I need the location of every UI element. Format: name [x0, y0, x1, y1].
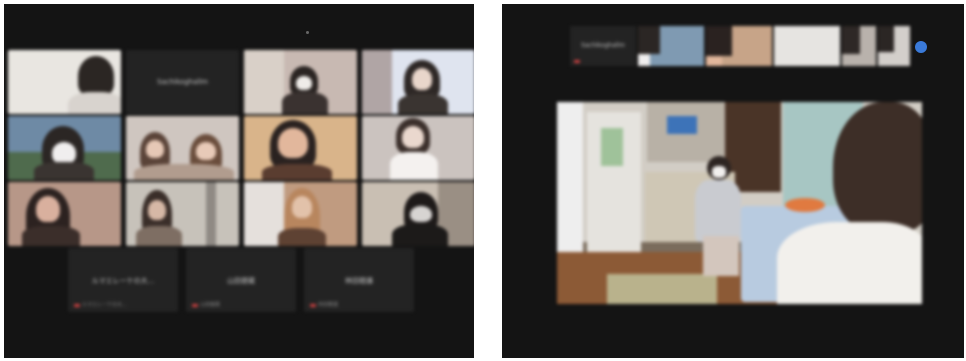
speaker-name-label: Sachikoghallm	[581, 42, 625, 49]
participant-tile[interactable]	[126, 182, 239, 246]
participant-tile[interactable]	[362, 50, 474, 114]
participant-tile[interactable]	[8, 50, 121, 114]
camera-indicator-icon	[915, 41, 927, 53]
participant-mini-name: 林田聰護	[318, 302, 339, 308]
participant-mini-name: 山田健蔵	[200, 302, 221, 308]
participant-tile[interactable]	[8, 182, 121, 246]
participant-name-label: 山田健蔵	[227, 277, 255, 285]
participant-name-tile[interactable]: Sachikoghallm	[126, 50, 239, 114]
participant-thumb[interactable]	[878, 26, 910, 66]
thumbnail-strip: Sachikoghallm	[570, 26, 950, 66]
participant-name-tile[interactable]: 林田聰護 林田聰護	[304, 248, 414, 312]
participant-tile[interactable]	[362, 182, 474, 246]
participant-tile[interactable]	[8, 116, 121, 180]
top-indicator-dot	[306, 31, 309, 34]
participant-name-label: Sachikoghallm	[157, 78, 208, 86]
participant-tile[interactable]	[126, 116, 239, 180]
participant-thumb[interactable]	[706, 26, 772, 66]
muted-mic-icon	[192, 304, 198, 307]
participant-name-label: ルマエレーケの大...	[91, 277, 155, 285]
gallery-view-screenshot: Sachikoghallm ルマエレーケの大... ルマエレーケの大... 山田…	[4, 4, 474, 358]
participant-name-tile[interactable]: 山田健蔵 山田健蔵	[186, 248, 296, 312]
participant-thumb[interactable]	[774, 26, 840, 66]
muted-mic-icon	[74, 304, 80, 307]
participant-name-label: 林田聰護	[345, 277, 373, 285]
participant-thumb[interactable]	[842, 26, 876, 66]
participant-tile[interactable]	[244, 182, 357, 246]
participant-tile[interactable]	[244, 116, 357, 180]
speaker-name-thumb[interactable]: Sachikoghallm	[570, 26, 636, 66]
participant-tile[interactable]	[362, 116, 474, 180]
participant-name-tile[interactable]: ルマエレーケの大... ルマエレーケの大...	[68, 248, 178, 312]
participant-mini-name: ルマエレーケの大...	[82, 302, 127, 308]
muted-mic-icon	[574, 60, 580, 63]
main-speaker-video	[557, 102, 922, 304]
muted-mic-icon	[310, 304, 316, 307]
speaker-view-screenshot: Sachikoghallm	[502, 4, 964, 358]
participant-thumb[interactable]	[638, 26, 704, 66]
participant-tile[interactable]	[244, 50, 357, 114]
